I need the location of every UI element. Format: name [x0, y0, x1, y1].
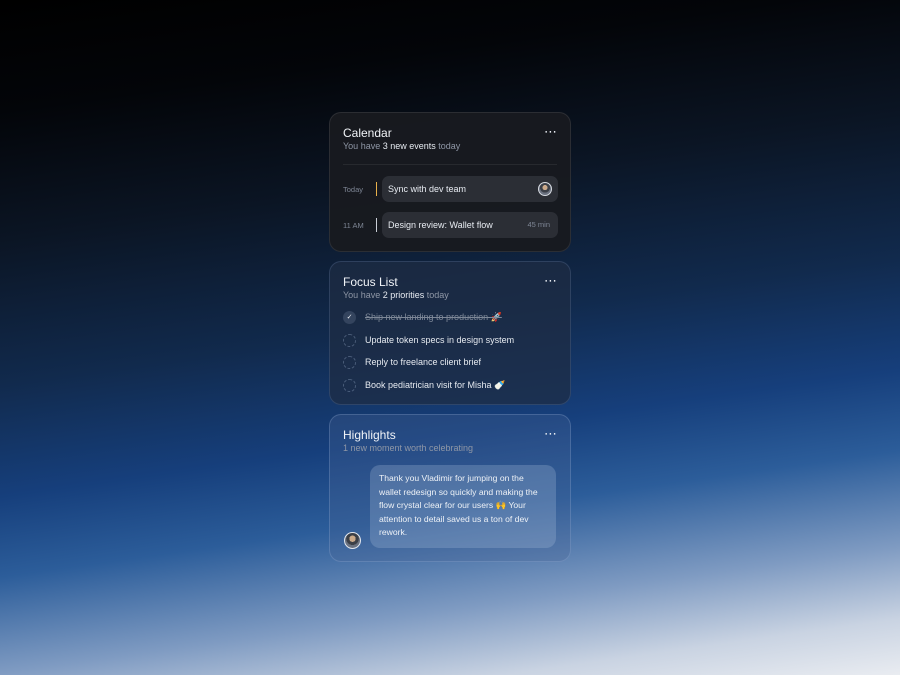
calendar-subtitle-count: 3 new events	[382, 141, 436, 151]
task-label: Ship new landing to production 🚀	[365, 312, 502, 322]
highlights-more-icon[interactable]: ⋯	[544, 427, 557, 441]
event-duration: 45 min	[527, 220, 550, 229]
calendar-widget: Calendar You have 3 new events today ⋯ T…	[329, 112, 571, 252]
calendar-title: Calendar	[343, 126, 392, 140]
focus-subtitle-count: 2 priorities	[382, 290, 425, 300]
calendar-subtitle-suffix: today	[435, 141, 461, 151]
checkbox-icon[interactable]	[343, 379, 356, 392]
avatar	[344, 532, 361, 549]
calendar-subtitle: You have 3 new events today	[343, 141, 460, 151]
calendar-divider	[343, 164, 557, 165]
focus-subtitle-prefix: You have	[343, 290, 383, 300]
task-label: Book pediatrician visit for Misha 🍼	[365, 380, 506, 390]
highlights-widget: Highlights 1 new moment worth celebratin…	[329, 414, 571, 562]
task-item[interactable]: Reply to freelance client brief	[343, 355, 553, 371]
checkbox-checked-icon[interactable]: ✓	[343, 311, 356, 324]
event-title: Sync with dev team	[388, 184, 467, 194]
event-time: 11 AM	[343, 221, 364, 230]
calendar-more-icon[interactable]: ⋯	[544, 125, 557, 139]
event-accent-bar	[376, 218, 377, 232]
event-title: Design review: Wallet flow	[388, 220, 493, 230]
event-item-sync[interactable]: Sync with dev team	[382, 176, 558, 202]
highlights-title: Highlights	[343, 428, 396, 442]
checkbox-icon[interactable]	[343, 356, 356, 369]
task-label: Update token specs in design system	[365, 335, 515, 345]
focus-list-widget: Focus List You have 2 priorities today ⋯…	[329, 261, 571, 405]
task-item[interactable]: ✓ Ship new landing to production 🚀	[343, 310, 553, 326]
avatar	[538, 182, 552, 196]
calendar-subtitle-prefix: You have	[343, 141, 383, 151]
focus-more-icon[interactable]: ⋯	[544, 274, 557, 288]
task-label: Reply to freelance client brief	[365, 357, 482, 367]
focus-subtitle: You have 2 priorities today	[343, 290, 449, 300]
highlight-message: Thank you Vladimir for jumping on the wa…	[370, 465, 556, 548]
focus-subtitle-suffix: today	[424, 290, 449, 300]
highlights-subtitle: 1 new moment worth celebrating	[343, 443, 474, 453]
focus-title: Focus List	[343, 275, 398, 289]
task-item[interactable]: Book pediatrician visit for Misha 🍼	[343, 378, 553, 394]
event-time: Today	[343, 185, 364, 194]
checkbox-icon[interactable]	[343, 334, 356, 347]
task-item[interactable]: Update token specs in design system	[343, 333, 553, 349]
event-accent-bar	[376, 182, 377, 196]
event-item-design-review[interactable]: Design review: Wallet flow 45 min	[382, 212, 558, 238]
